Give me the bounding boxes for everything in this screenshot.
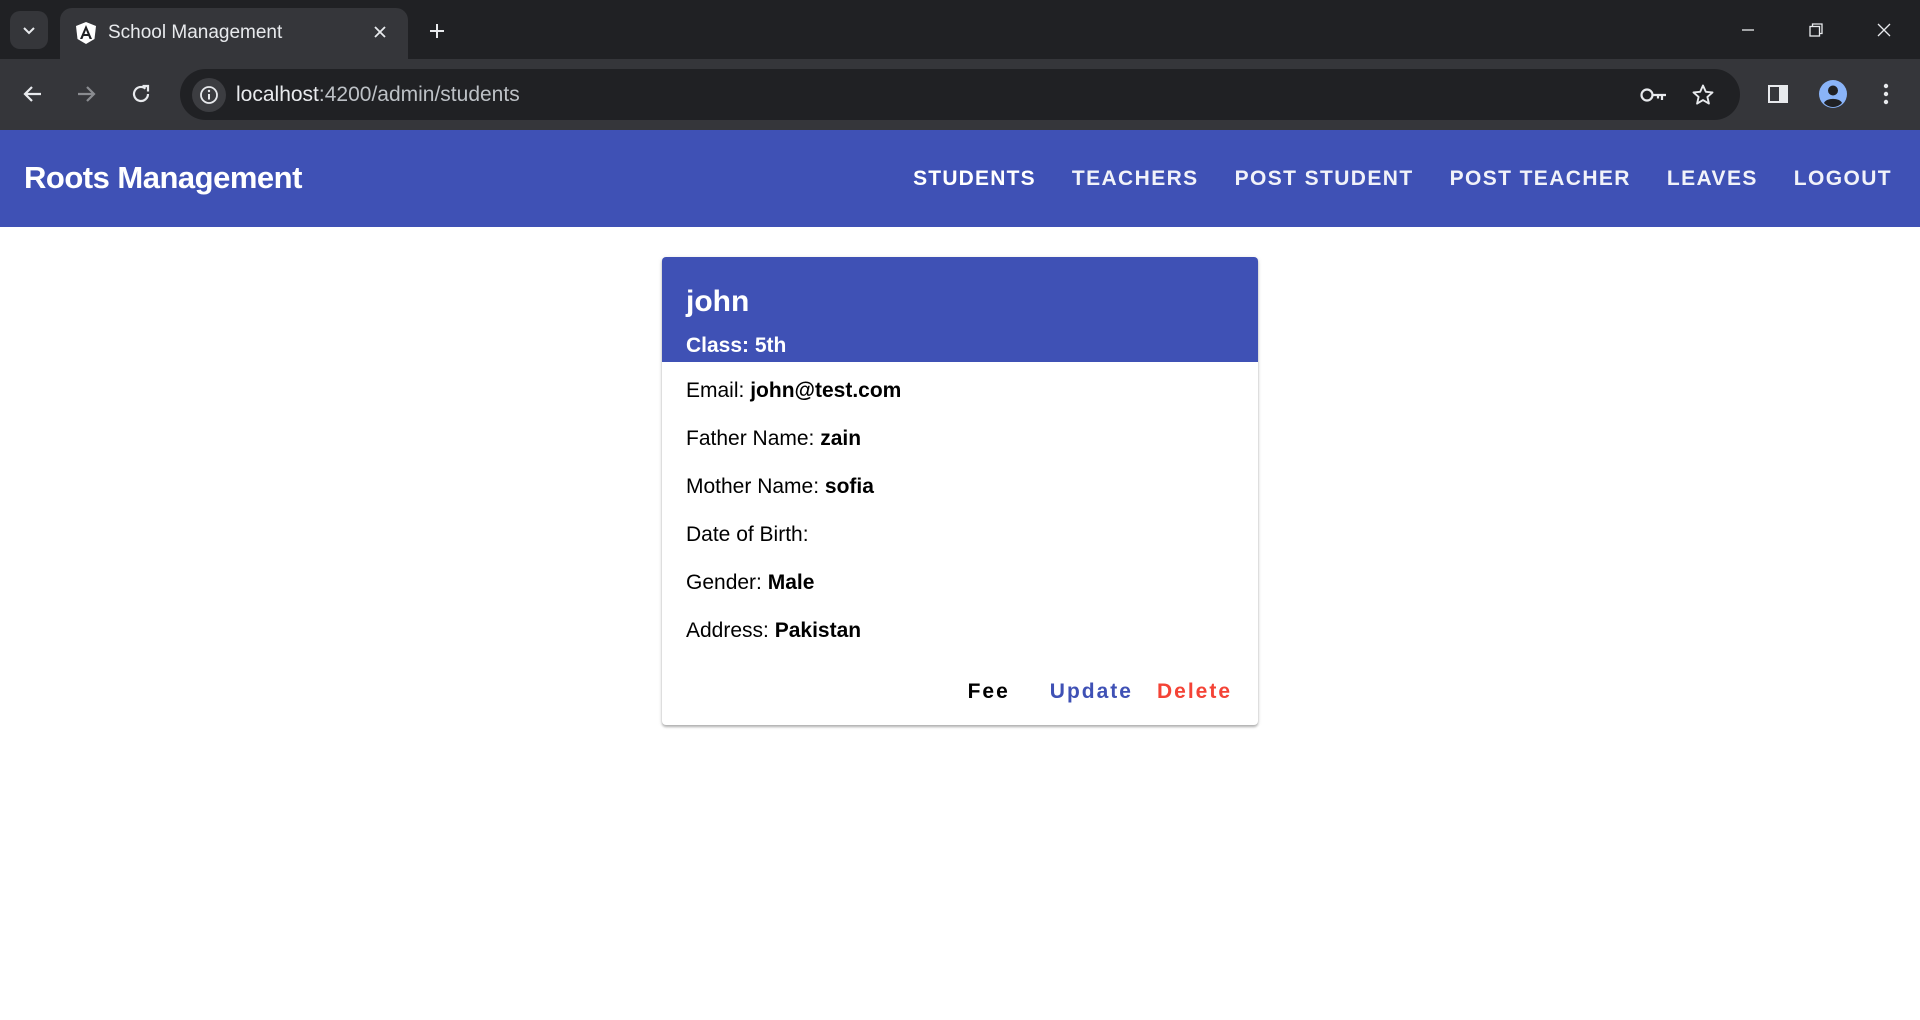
address-row: Address: Pakistan: [686, 619, 861, 643]
browser-menu-button[interactable]: [1868, 76, 1904, 112]
site-info-button[interactable]: [192, 78, 226, 112]
angular-favicon-icon: [76, 22, 96, 44]
nav-logout[interactable]: LOGOUT: [1776, 130, 1910, 227]
chevron-down-icon: [23, 27, 35, 35]
card-header: john Class: 5th: [662, 257, 1258, 362]
tab-search-button[interactable]: [10, 11, 48, 49]
father-value: zain: [820, 427, 862, 450]
dob-label: Date of Birth:: [686, 523, 809, 546]
nav-teachers[interactable]: TEACHERS: [1054, 130, 1217, 227]
url-host: localhost: [236, 83, 319, 106]
reload-button[interactable]: [123, 76, 159, 112]
student-class: Class: 5th: [686, 334, 786, 358]
email-row: Email: john@test.com: [686, 379, 901, 403]
class-value: 5th: [754, 334, 787, 357]
minimize-icon: [1742, 29, 1754, 31]
email-value: john@test.com: [750, 379, 902, 402]
browser-tab[interactable]: School Management: [60, 8, 408, 59]
app-navbar: Roots Management STUDENTS TEACHERS POST …: [0, 130, 1920, 227]
gender-row: Gender: Male: [686, 571, 814, 595]
restore-button[interactable]: [1792, 10, 1840, 50]
browser-tab-strip: School Management: [0, 0, 1920, 59]
nav-leaves[interactable]: LEAVES: [1649, 130, 1776, 227]
address-label: Address:: [686, 619, 769, 642]
card-actions: Fee Update Delete: [956, 671, 1244, 713]
url-path: :4200/admin/students: [318, 83, 520, 106]
mother-value: sofia: [824, 475, 874, 498]
forward-icon: [78, 86, 96, 102]
student-card: john Class: 5th Email: john@test.com Fat…: [662, 257, 1258, 725]
back-icon: [23, 86, 41, 102]
new-tab-button[interactable]: [420, 14, 454, 48]
nav-students[interactable]: STUDENTS: [895, 130, 1054, 227]
father-label: Father Name:: [686, 427, 815, 450]
nav-links: STUDENTS TEACHERS POST STUDENT POST TEAC…: [895, 130, 1910, 227]
delete-button[interactable]: Delete: [1145, 671, 1244, 713]
minimize-button[interactable]: [1724, 10, 1772, 50]
side-panel-button[interactable]: [1760, 76, 1796, 112]
key-icon: [1640, 88, 1666, 102]
password-button[interactable]: [1637, 78, 1671, 112]
father-row: Father Name: zain: [686, 427, 861, 451]
brand-title: Roots Management: [24, 160, 302, 195]
email-label: Email:: [686, 379, 745, 402]
update-button[interactable]: Update: [1038, 671, 1145, 713]
forward-button[interactable]: [68, 76, 104, 112]
bookmark-button[interactable]: [1686, 78, 1720, 112]
mother-label: Mother Name:: [686, 475, 820, 498]
back-button[interactable]: [15, 76, 51, 112]
dob-row: Date of Birth:: [686, 523, 809, 547]
window-close-button[interactable]: [1860, 10, 1908, 50]
plus-icon: [430, 24, 444, 38]
restore-icon: [1809, 23, 1823, 37]
close-icon: [374, 26, 386, 38]
window-close-icon: [1877, 23, 1891, 37]
mother-row: Mother Name: sofia: [686, 475, 874, 499]
gender-label: Gender:: [686, 571, 762, 594]
profile-button[interactable]: [1815, 76, 1851, 112]
reload-icon: [132, 84, 150, 103]
profile-icon: [1819, 80, 1847, 108]
class-label: Class:: [686, 334, 750, 357]
side-panel-icon: [1768, 85, 1788, 103]
student-name: john: [686, 285, 750, 318]
close-tab-button[interactable]: [368, 20, 392, 44]
browser-toolbar: localhost:4200/admin/students: [0, 59, 1920, 130]
info-icon: [200, 86, 218, 104]
url-text[interactable]: localhost:4200/admin/students: [236, 83, 520, 107]
nav-post-teacher[interactable]: POST TEACHER: [1432, 130, 1649, 227]
address-bar[interactable]: localhost:4200/admin/students: [180, 69, 1740, 120]
nav-post-student[interactable]: POST STUDENT: [1217, 130, 1432, 227]
star-icon: [1692, 84, 1714, 105]
gender-value: Male: [767, 571, 815, 594]
kebab-menu-icon: [1883, 83, 1889, 105]
tab-title: School Management: [108, 22, 283, 43]
address-value: Pakistan: [774, 619, 862, 642]
fee-button[interactable]: Fee: [956, 671, 1022, 713]
